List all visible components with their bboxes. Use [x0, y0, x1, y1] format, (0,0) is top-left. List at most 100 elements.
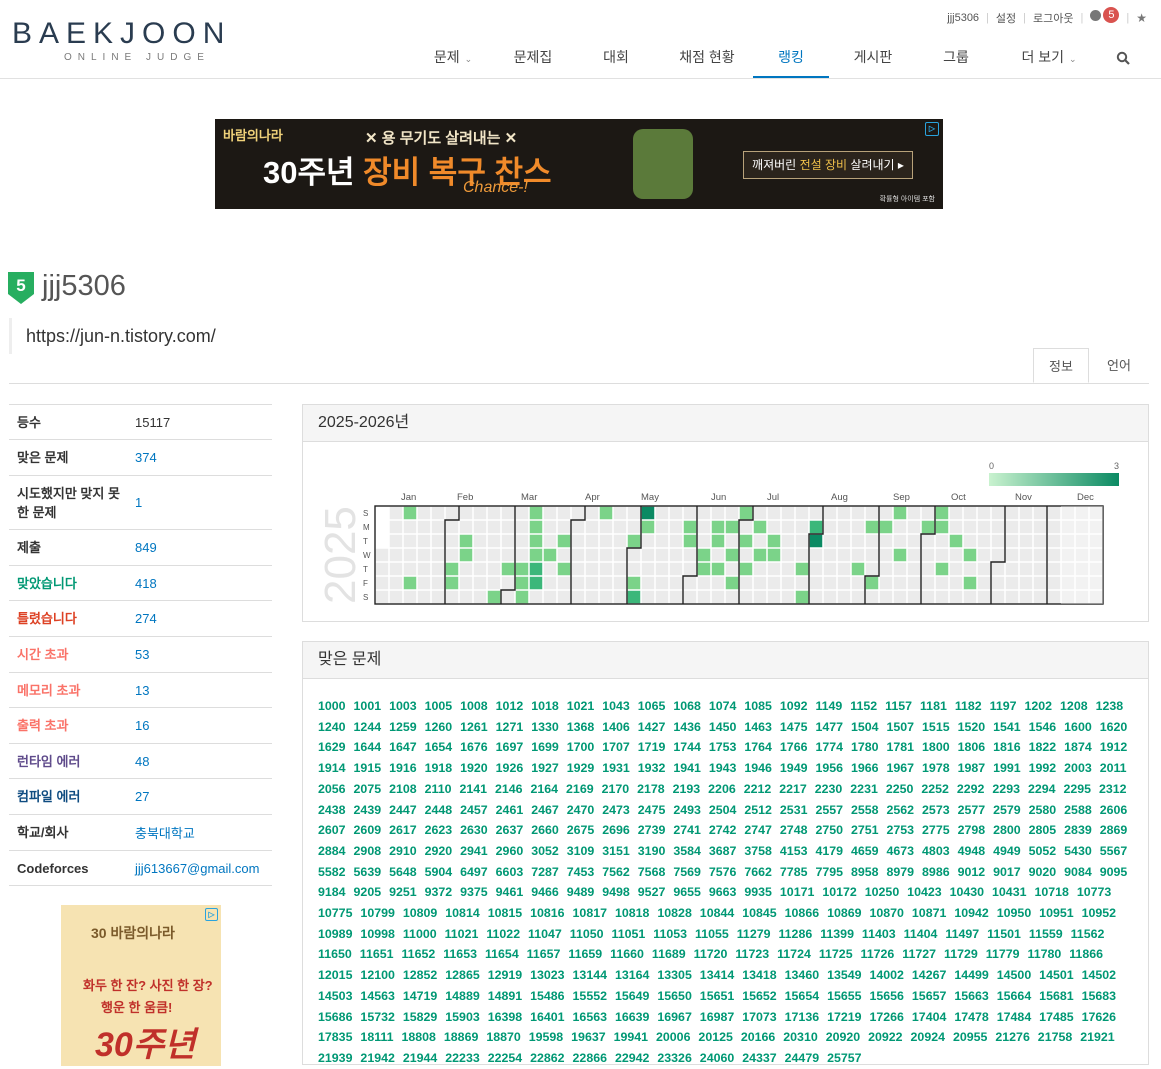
heatmap-day-cell[interactable]: [963, 506, 977, 520]
problem-link[interactable]: 2475: [638, 803, 666, 817]
problem-link[interactable]: 1504: [851, 720, 879, 734]
heatmap-day-cell[interactable]: [879, 562, 893, 576]
heatmap-day-cell[interactable]: [837, 506, 851, 520]
problem-link[interactable]: 11050: [570, 927, 604, 941]
problem-link[interactable]: 3109: [567, 844, 595, 858]
heatmap-day-cell[interactable]: [641, 506, 655, 520]
heatmap-day-cell[interactable]: [669, 562, 683, 576]
problem-link[interactable]: 1966: [851, 761, 879, 775]
heatmap-day-cell[interactable]: [879, 506, 893, 520]
heatmap-day-cell[interactable]: [529, 576, 543, 590]
problem-link[interactable]: 1181: [920, 699, 947, 713]
heatmap-day-cell[interactable]: [571, 506, 585, 520]
problem-link[interactable]: 10431: [992, 885, 1026, 899]
heatmap-day-cell[interactable]: [907, 520, 921, 534]
heatmap-day-cell[interactable]: [473, 506, 487, 520]
problem-link[interactable]: 11727: [902, 947, 936, 961]
heatmap-day-cell[interactable]: [599, 590, 613, 604]
problem-link[interactable]: 9020: [1029, 865, 1057, 879]
problem-link[interactable]: 4673: [887, 844, 915, 858]
problem-link[interactable]: 11724: [777, 947, 811, 961]
heatmap-day-cell[interactable]: [977, 520, 991, 534]
problem-link[interactable]: 1368: [567, 720, 595, 734]
problem-link[interactable]: 18870: [486, 1030, 520, 1044]
problem-link[interactable]: 1003: [389, 699, 417, 713]
heatmap-day-cell[interactable]: [487, 562, 501, 576]
heatmap-day-cell[interactable]: [725, 506, 739, 520]
heatmap-day-cell[interactable]: [641, 548, 655, 562]
notification-button[interactable]: 5: [1090, 7, 1120, 26]
problem-link[interactable]: 2908: [354, 844, 382, 858]
heatmap-day-cell[interactable]: [529, 562, 543, 576]
problem-link[interactable]: 2470: [567, 803, 595, 817]
problem-link[interactable]: 1000: [318, 699, 346, 713]
problem-link[interactable]: 1744: [673, 740, 701, 754]
heatmap-day-cell[interactable]: [879, 548, 893, 562]
problem-link[interactable]: 2775: [922, 823, 950, 837]
problem-link[interactable]: 13144: [573, 968, 607, 982]
heatmap-day-cell[interactable]: [977, 534, 991, 548]
problem-link[interactable]: 11689: [652, 947, 686, 961]
heatmap-day-cell[interactable]: [389, 576, 403, 590]
problem-link[interactable]: 1822: [1029, 740, 1057, 754]
problem-link[interactable]: 1927: [531, 761, 559, 775]
problem-link[interactable]: 1600: [1064, 720, 1092, 734]
heatmap-day-cell[interactable]: [543, 562, 557, 576]
problem-link[interactable]: 2798: [958, 823, 986, 837]
heatmap-day-cell[interactable]: [1033, 576, 1047, 590]
heatmap-day-cell[interactable]: [977, 590, 991, 604]
problem-link[interactable]: 12015: [318, 968, 352, 982]
heatmap-day-cell[interactable]: [655, 548, 669, 562]
heatmap-day-cell[interactable]: [403, 506, 417, 520]
problem-link[interactable]: 2141: [459, 782, 487, 796]
problem-link[interactable]: 2164: [531, 782, 559, 796]
nav-board[interactable]: 게시판: [829, 38, 917, 78]
problem-link[interactable]: 24337: [742, 1051, 776, 1065]
heatmap-day-cell[interactable]: [613, 520, 627, 534]
problem-link[interactable]: 17404: [912, 1010, 946, 1024]
problem-link[interactable]: 11651: [360, 947, 394, 961]
heatmap-day-cell[interactable]: [529, 590, 543, 604]
heatmap-day-cell[interactable]: [445, 576, 459, 590]
problem-link[interactable]: 2230: [815, 782, 843, 796]
problem-link[interactable]: 7569: [673, 865, 701, 879]
heatmap-day-cell[interactable]: [1005, 590, 1019, 604]
heatmap-day-cell[interactable]: [697, 562, 711, 576]
problem-link[interactable]: 17136: [785, 1010, 819, 1024]
heatmap-day-cell[interactable]: [571, 548, 585, 562]
problem-link[interactable]: 11279: [737, 927, 771, 941]
heatmap-day-cell[interactable]: [1047, 534, 1061, 548]
heatmap-day-cell[interactable]: [921, 534, 935, 548]
stat-value[interactable]: 27: [127, 789, 149, 804]
problem-link[interactable]: 5430: [1064, 844, 1092, 858]
heatmap-day-cell[interactable]: [795, 548, 809, 562]
heatmap-day-cell[interactable]: [543, 506, 557, 520]
heatmap-day-cell[interactable]: [543, 534, 557, 548]
problem-link[interactable]: 2250: [886, 782, 914, 796]
problem-link[interactable]: 1092: [780, 699, 808, 713]
heatmap-day-cell[interactable]: [1047, 576, 1061, 590]
problem-link[interactable]: 1707: [602, 740, 630, 754]
problem-link[interactable]: 1753: [709, 740, 737, 754]
stat-value[interactable]: 48: [127, 754, 149, 769]
heatmap-day-cell[interactable]: [473, 576, 487, 590]
problem-link[interactable]: 1152: [850, 699, 877, 713]
problem-link[interactable]: 1012: [496, 699, 524, 713]
problem-link[interactable]: 1259: [389, 720, 417, 734]
heatmap-day-cell[interactable]: [655, 520, 669, 534]
heatmap-day-cell[interactable]: [739, 506, 753, 520]
heatmap-day-cell[interactable]: [865, 576, 879, 590]
heatmap-day-cell[interactable]: [725, 576, 739, 590]
problem-link[interactable]: 10775: [318, 906, 352, 920]
heatmap-day-cell[interactable]: [599, 548, 613, 562]
heatmap-day-cell[interactable]: [543, 520, 557, 534]
heatmap-day-cell[interactable]: [515, 506, 529, 520]
problem-link[interactable]: 11723: [735, 947, 769, 961]
problem-link[interactable]: 1806: [958, 740, 986, 754]
problem-link[interactable]: 13418: [742, 968, 776, 982]
problem-link[interactable]: 2753: [887, 823, 915, 837]
heatmap-day-cell[interactable]: [809, 548, 823, 562]
problem-link[interactable]: 11501: [987, 927, 1021, 941]
heatmap-day-cell[interactable]: [529, 506, 543, 520]
heatmap-day-cell[interactable]: [907, 548, 921, 562]
